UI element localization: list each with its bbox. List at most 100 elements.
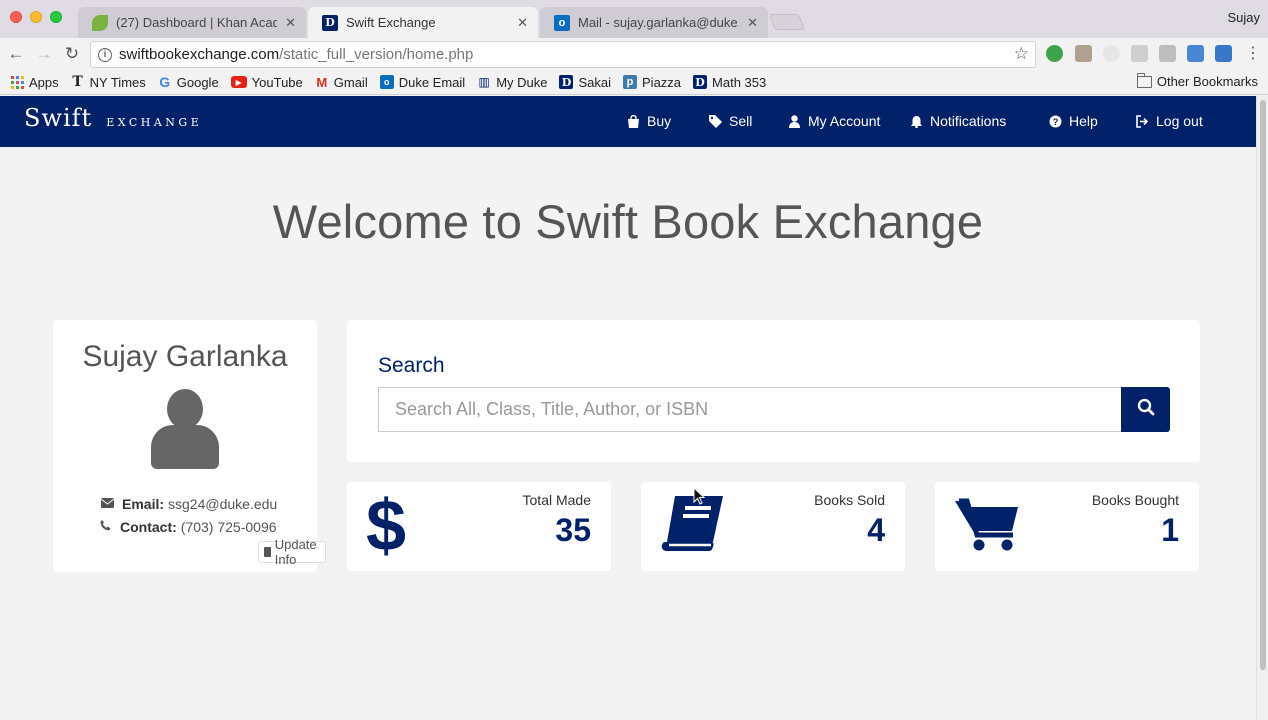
avatar-icon: [151, 389, 219, 469]
email-label: Email:: [122, 496, 165, 512]
logo-subtext: EXCHANGE: [106, 116, 203, 129]
logo-text: Swift: [24, 104, 93, 132]
leaf-icon: [92, 14, 108, 31]
stat-value: 4: [867, 512, 885, 548]
bookmark-apps[interactable]: Apps: [10, 75, 59, 90]
address-bar[interactable]: i swiftbookexchange.com/static_full_vers…: [90, 41, 1036, 68]
bookmarks-bar: Apps T NY Times G Google ▶ YouTube M Gma…: [0, 70, 1268, 95]
stat-value: 35: [555, 512, 591, 548]
stat-value: 1: [1161, 512, 1179, 548]
nav-my-account[interactable]: My Account: [788, 113, 880, 129]
bookmark-gmail[interactable]: M Gmail: [315, 74, 368, 90]
stat-card-total-made: $ Total Made 35: [347, 482, 611, 571]
bookmark-duke-email[interactable]: o Duke Email: [379, 74, 466, 90]
tab-swift-exchange[interactable]: D Swift Exchange ✕: [308, 7, 538, 38]
menu-dots-icon[interactable]: ⋮: [1243, 44, 1263, 64]
minimize-window-button[interactable]: [30, 11, 42, 23]
update-info-button[interactable]: Update Info: [258, 537, 326, 567]
profile-email: Email: ssg24@duke.edu: [100, 496, 277, 512]
tab-title: (27) Dashboard | Khan Academy: [116, 15, 278, 30]
new-tab-button[interactable]: [769, 14, 805, 30]
search-button[interactable]: [1121, 387, 1170, 432]
welcome-heading: Welcome to Swift Book Exchange: [272, 195, 984, 248]
tag-icon: [709, 114, 722, 128]
nav-notifications[interactable]: Notifications: [910, 113, 1006, 129]
search-card: Search: [347, 320, 1200, 462]
bookmark-label: Piazza: [642, 74, 682, 90]
extension-download-icon[interactable]: [1215, 45, 1232, 62]
stat-label: Books Sold: [814, 492, 885, 508]
tab-mail[interactable]: o Mail - sujay.garlanka@duke.edu ✕: [540, 7, 768, 38]
svg-text:?: ?: [1053, 117, 1059, 127]
bookmark-math-353[interactable]: D Math 353: [693, 75, 766, 90]
close-icon[interactable]: ✕: [517, 15, 528, 31]
question-circle-icon: ?: [1049, 115, 1062, 128]
page-scrollbar[interactable]: [1256, 96, 1268, 720]
phone-icon: [98, 520, 112, 534]
search-input[interactable]: [378, 387, 1121, 432]
search-title: Search: [378, 354, 445, 377]
info-icon[interactable]: i: [98, 47, 112, 62]
extension-grey-icon[interactable]: [1103, 45, 1120, 62]
nav-label: Buy: [647, 113, 672, 129]
apps-grid-icon: [10, 75, 24, 89]
profile-card: Sujay Garlanka Email: ssg24@duke.edu Con…: [53, 320, 326, 572]
bookmark-label: Google: [176, 74, 219, 90]
nytimes-icon: T: [72, 74, 83, 90]
nav-label: Sell: [729, 113, 753, 129]
extension-hammer-icon[interactable]: [1075, 45, 1092, 62]
other-bookmarks-label: Other Bookmarks: [1156, 74, 1258, 89]
tab-khan-academy[interactable]: (27) Dashboard | Khan Academy ✕: [78, 7, 306, 38]
extension-speech-icon[interactable]: [1159, 45, 1176, 62]
shopping-bag-icon: [627, 114, 640, 128]
browser-tab-strip: (27) Dashboard | Khan Academy ✕ D Swift …: [0, 0, 1268, 38]
youtube-icon: ▶: [230, 76, 247, 88]
extension-t-icon[interactable]: [1131, 45, 1148, 62]
nav-log-out[interactable]: Log out: [1136, 113, 1203, 129]
search-icon: [1137, 398, 1155, 421]
google-icon: G: [159, 74, 171, 90]
reload-icon[interactable]: ↻: [62, 44, 82, 64]
nav-buy[interactable]: Buy: [627, 113, 671, 129]
site-logo[interactable]: Swift EXCHANGE: [24, 104, 202, 132]
bookmark-nytimes[interactable]: T NY Times: [71, 74, 145, 90]
stat-label: Total Made: [522, 492, 591, 508]
bookmark-my-duke[interactable]: ▥ My Duke: [477, 75, 548, 90]
close-icon[interactable]: ✕: [285, 15, 296, 31]
envelope-icon: [100, 497, 114, 511]
zoom-window-button[interactable]: [50, 11, 62, 23]
nav-help[interactable]: ? Help: [1049, 113, 1098, 129]
stat-card-books-sold: Books Sold 4: [641, 482, 905, 571]
user-icon: [788, 114, 801, 128]
forward-arrow-icon[interactable]: →: [34, 44, 54, 64]
stat-label: Books Bought: [1091, 492, 1179, 508]
site-navbar: Swift EXCHANGE Buy Sell My Account Notif…: [0, 96, 1256, 147]
bookmark-sakai[interactable]: D Sakai: [559, 75, 611, 90]
bookmark-star-icon[interactable]: ☆: [1014, 44, 1029, 64]
close-icon[interactable]: ✕: [747, 15, 758, 31]
tab-title: Swift Exchange: [346, 15, 436, 30]
bookmark-piazza[interactable]: p Piazza: [623, 75, 681, 90]
nav-sell[interactable]: Sell: [709, 113, 752, 129]
tab-title: Mail - sujay.garlanka@duke.edu: [578, 15, 739, 30]
svg-text:$: $: [366, 488, 406, 558]
close-window-button[interactable]: [10, 11, 22, 23]
profile-name[interactable]: Sujay: [1227, 10, 1260, 25]
other-bookmarks[interactable]: Other Bookmarks: [1136, 72, 1258, 89]
folder-icon: [1136, 72, 1152, 88]
profile-contact: Contact: (703) 725-0096: [98, 519, 277, 535]
scrollbar-thumb[interactable]: [1260, 100, 1266, 670]
bookmark-google[interactable]: G Google: [158, 74, 219, 90]
bookmark-label: Gmail: [333, 74, 368, 90]
extension-green-icon[interactable]: [1046, 45, 1063, 62]
mouse-cursor-icon: [693, 486, 706, 510]
outlook-icon: o: [554, 14, 570, 31]
back-arrow-icon[interactable]: ←: [6, 44, 26, 64]
dollar-icon: $: [365, 486, 407, 566]
extension-drive-icon[interactable]: [1187, 45, 1204, 62]
nav-label: Notifications: [930, 113, 1007, 129]
nav-label: Help: [1069, 113, 1098, 129]
bookmark-youtube[interactable]: ▶ YouTube: [230, 75, 303, 90]
contact-value: (703) 725-0096: [180, 519, 277, 535]
bookmark-label: Duke Email: [398, 74, 466, 90]
